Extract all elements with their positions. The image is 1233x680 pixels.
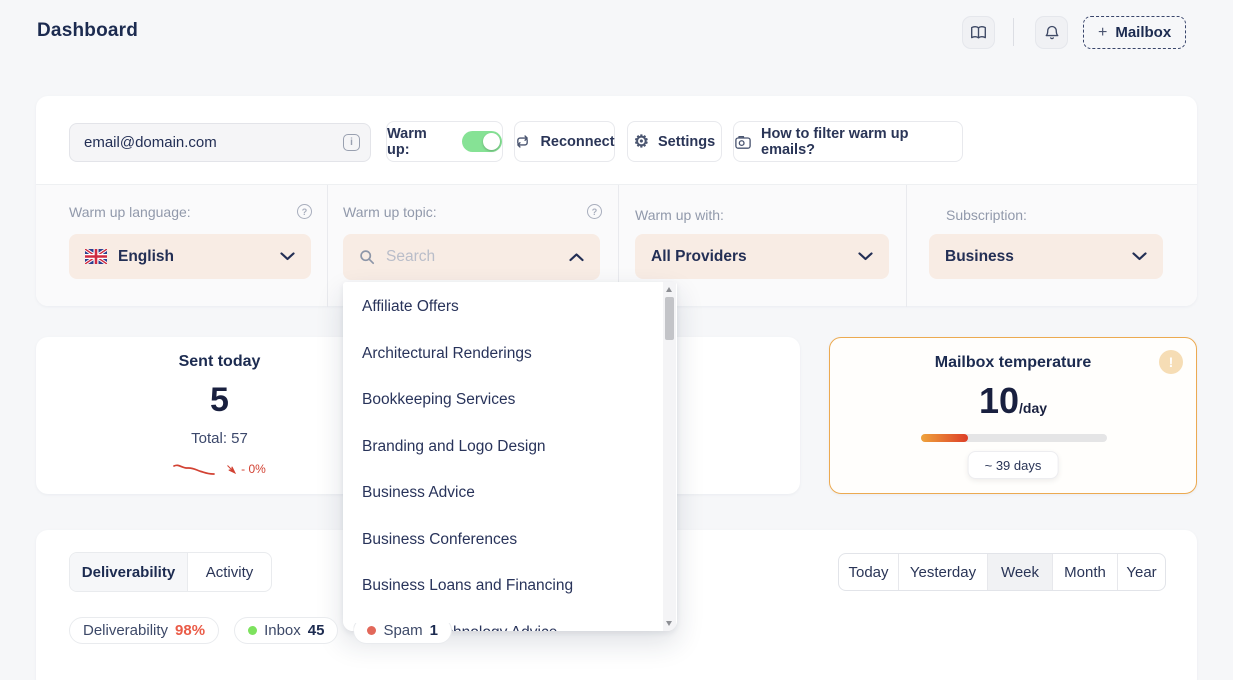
warmup-card: i Warm up: Reconnect ⚙ Settings: [36, 96, 1197, 306]
warmup-toggle-group: Warm up:: [386, 121, 503, 162]
how-to-filter-button[interactable]: How to filter warm up emails?: [733, 121, 963, 162]
email-field[interactable]: [69, 123, 371, 162]
add-mailbox-label: Mailbox: [1115, 24, 1171, 41]
warmup-toggle[interactable]: [462, 131, 502, 152]
sparkline-chart: [173, 461, 221, 477]
range-week[interactable]: Week: [988, 554, 1053, 590]
spam-badge-value: 1: [430, 622, 438, 639]
topic-dropdown-list: Affiliate Offers Architectural Rendering…: [343, 284, 664, 631]
book-icon: [970, 25, 987, 40]
scrollbar-thumb[interactable]: [665, 297, 674, 340]
search-icon: [359, 249, 375, 265]
email-field-wrap: i: [69, 123, 371, 162]
settings-label: Settings: [658, 134, 715, 150]
dropdown-option[interactable]: Affiliate Offers: [343, 284, 664, 331]
chevron-up-icon: [569, 253, 584, 262]
scroll-up-arrow-icon[interactable]: [666, 287, 672, 292]
badges-row: Deliverability 98% Inbox 45 Spam 1: [36, 617, 452, 644]
dropdown-option[interactable]: Business Advice: [343, 470, 664, 517]
subscription-dropdown[interactable]: Business: [929, 234, 1163, 279]
help-icon[interactable]: ?: [587, 204, 602, 219]
gear-icon: ⚙: [634, 133, 649, 150]
guide-button[interactable]: [962, 16, 995, 49]
warmup-topic-label: Warm up topic:: [343, 204, 437, 220]
mailbox-temperature-card: Mailbox temperature ! 10/day ~ 39 days: [829, 337, 1197, 494]
how-to-filter-label: How to filter warm up emails?: [761, 126, 962, 158]
settings-button[interactable]: ⚙ Settings: [627, 121, 722, 162]
topic-search-dropdown[interactable]: Search: [343, 234, 600, 280]
temperature-progress-track: [921, 434, 1107, 442]
add-mailbox-button[interactable]: + Mailbox: [1083, 16, 1186, 49]
providers-dropdown[interactable]: All Providers: [635, 234, 889, 279]
topic-dropdown-panel: Affiliate Offers Architectural Rendering…: [343, 282, 677, 631]
reconnect-icon: [514, 133, 531, 150]
subscription-label: Subscription:: [946, 207, 1027, 223]
dropdown-option[interactable]: Business Conferences: [343, 517, 664, 564]
temperature-value-row: 10/day: [830, 380, 1196, 422]
range-today[interactable]: Today: [839, 554, 899, 590]
green-dot-icon: [248, 626, 257, 635]
dropdown-option[interactable]: Architectural Renderings: [343, 331, 664, 378]
toggle-knob: [483, 133, 500, 150]
notifications-button[interactable]: [1035, 16, 1068, 49]
tab-group: Deliverability Activity: [69, 552, 272, 592]
exclamation-icon[interactable]: !: [1159, 350, 1183, 374]
chevron-down-icon: [858, 252, 873, 261]
chevron-down-icon: [1132, 252, 1147, 261]
temperature-unit: /day: [1019, 400, 1047, 416]
deliverability-badge-label: Deliverability: [83, 622, 168, 639]
subscription-value: Business: [945, 248, 1014, 266]
dropdown-option[interactable]: Branding and Logo Design: [343, 424, 664, 471]
plus-icon: +: [1098, 24, 1107, 42]
tab-deliverability[interactable]: Deliverability: [70, 553, 188, 591]
column-divider: [327, 185, 328, 307]
warmup-toggle-label: Warm up:: [387, 126, 453, 158]
dropdown-option[interactable]: Business Loans and Financing: [343, 563, 664, 610]
deliverability-badge[interactable]: Deliverability 98%: [69, 617, 219, 644]
bell-icon: [1044, 25, 1060, 41]
tab-activity[interactable]: Activity: [188, 553, 271, 591]
language-value: English: [118, 248, 174, 266]
topic-search-placeholder[interactable]: Search: [386, 248, 435, 266]
providers-value: All Providers: [651, 248, 747, 266]
temperature-value: 10: [979, 380, 1019, 421]
trend-down-arrow-icon: [226, 464, 236, 474]
temperature-progress-fill: [921, 434, 968, 442]
range-month[interactable]: Month: [1053, 554, 1118, 590]
scrollbar[interactable]: [663, 282, 676, 631]
warmup-language-label: Warm up language:: [69, 204, 191, 220]
range-year[interactable]: Year: [1118, 554, 1165, 590]
inbox-badge-value: 45: [308, 622, 325, 639]
reconnect-button[interactable]: Reconnect: [514, 121, 615, 162]
range-yesterday[interactable]: Yesterday: [899, 554, 988, 590]
column-divider: [906, 185, 907, 307]
info-icon[interactable]: i: [343, 134, 360, 151]
trend-percent: - 0%: [241, 462, 266, 476]
header-divider: [1013, 18, 1014, 46]
dashboard-screen: Dashboard + Mailbox i Warm up:: [0, 0, 1233, 680]
help-icon[interactable]: ?: [297, 204, 312, 219]
inbox-badge[interactable]: Inbox 45: [234, 617, 338, 644]
inbox-badge-label: Inbox: [264, 622, 301, 639]
red-dot-icon: [367, 626, 376, 635]
video-camera-icon: [734, 134, 752, 150]
scroll-down-arrow-icon[interactable]: [666, 621, 672, 626]
time-range-group: Today Yesterday Week Month Year: [838, 553, 1166, 591]
spam-badge-label: Spam: [383, 622, 422, 639]
warmup-with-label: Warm up with:: [635, 207, 724, 223]
mailbox-temperature-title: Mailbox temperature: [830, 354, 1196, 372]
uk-flag-icon: [85, 249, 107, 264]
spam-badge[interactable]: Spam 1: [353, 617, 452, 644]
days-remaining-chip: ~ 39 days: [968, 451, 1059, 479]
deliverability-badge-value: 98%: [175, 622, 205, 639]
reconnect-label: Reconnect: [540, 134, 614, 150]
chevron-down-icon: [280, 252, 295, 261]
page-title: Dashboard: [37, 20, 138, 42]
dropdown-option[interactable]: Bookkeeping Services: [343, 377, 664, 424]
language-dropdown[interactable]: English: [69, 234, 311, 279]
